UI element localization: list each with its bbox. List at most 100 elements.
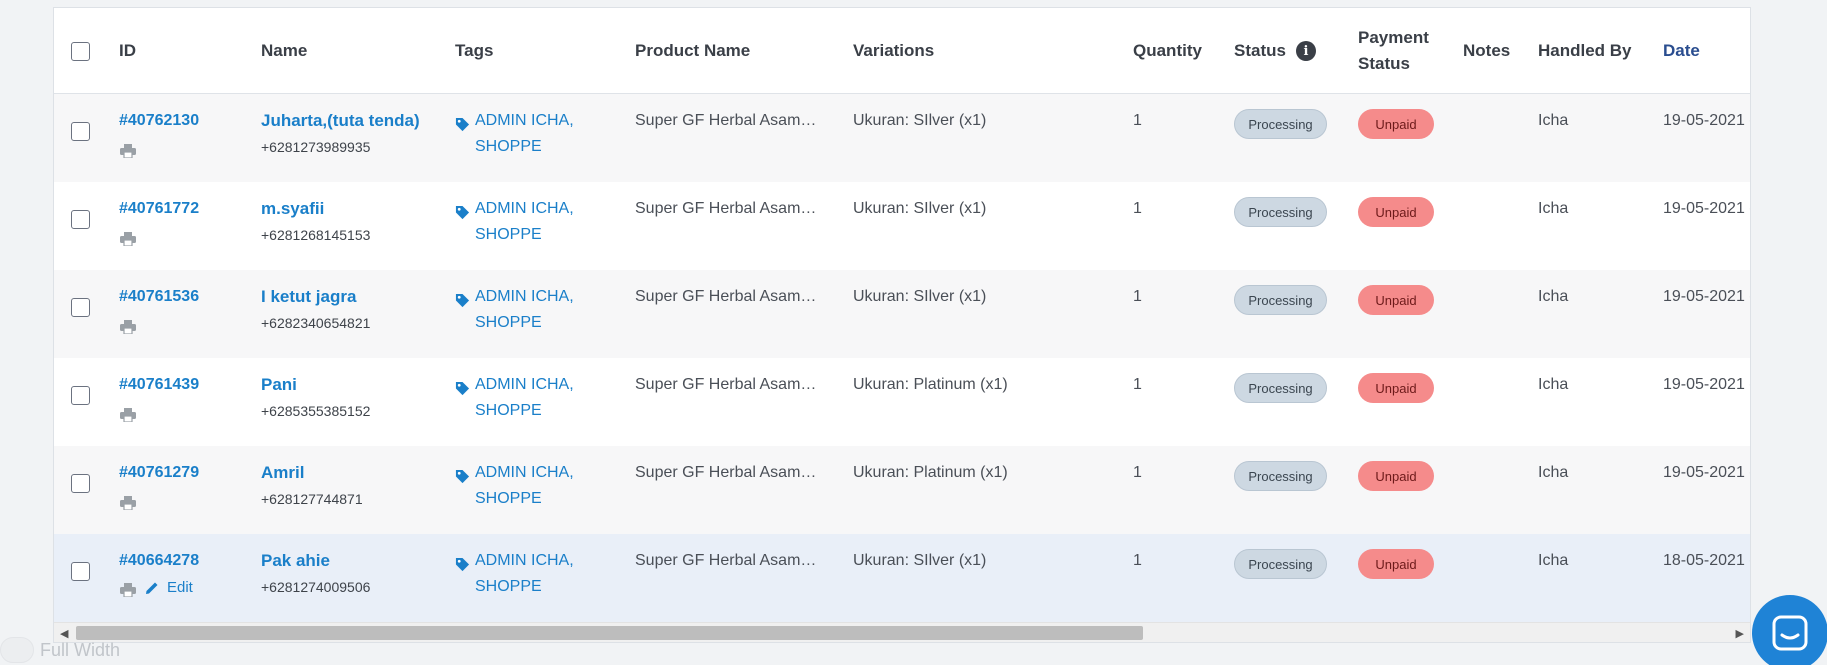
tags-list[interactable]: ADMIN ICHA, SHOPPE	[475, 548, 574, 600]
print-icon[interactable]	[120, 496, 136, 510]
print-icon[interactable]	[120, 408, 136, 422]
customer-name-link[interactable]: Amril	[261, 463, 304, 483]
order-id-link[interactable]: #40761772	[119, 200, 199, 218]
status-badge: Processing	[1234, 197, 1327, 227]
table-row[interactable]: #40761279 Amril +628127744871 ADMIN ICHA…	[54, 446, 1750, 534]
full-width-toggle[interactable]	[0, 637, 34, 663]
header-notes[interactable]: Notes	[1463, 8, 1510, 94]
customer-phone: +6281268145153	[261, 227, 371, 243]
header-id[interactable]: ID	[119, 8, 136, 94]
scrollbar-thumb[interactable]	[76, 626, 1143, 640]
customer-name-link[interactable]: Pani	[261, 375, 297, 395]
tags-list[interactable]: ADMIN ICHA, SHOPPE	[475, 196, 574, 248]
customer-name-link[interactable]: Juharta,(tuta tenda)	[261, 111, 420, 131]
row-checkbox[interactable]	[71, 562, 90, 581]
row-checkbox[interactable]	[71, 210, 90, 229]
select-all-checkbox[interactable]	[71, 42, 90, 61]
quantity: 1	[1133, 376, 1142, 393]
tags-list[interactable]: ADMIN ICHA, SHOPPE	[475, 108, 574, 160]
row-checkbox[interactable]	[71, 298, 90, 317]
row-checkbox[interactable]	[71, 386, 90, 405]
tag-icon	[455, 117, 470, 132]
header-payment-status-line2: Status	[1358, 54, 1410, 73]
payment-status-badge: Unpaid	[1358, 285, 1434, 315]
tag-admin-icha[interactable]: ADMIN ICHA,	[475, 460, 574, 486]
table-row[interactable]: #40664278 Edit Pak ahie +6281274009506 A…	[54, 534, 1750, 622]
table-row[interactable]: #40762130 Juharta,(tuta tenda) +62812739…	[54, 94, 1750, 182]
print-icon[interactable]	[120, 583, 136, 597]
product-name: Super GF Herbal Asam…	[635, 200, 817, 217]
print-icon[interactable]	[120, 232, 136, 246]
order-id-link[interactable]: #40762130	[119, 112, 199, 130]
tags-list[interactable]: ADMIN ICHA, SHOPPE	[475, 372, 574, 424]
customer-name-link[interactable]: Pak ahie	[261, 551, 330, 571]
header-quantity[interactable]: Quantity	[1133, 8, 1202, 94]
handled-by: Icha	[1538, 376, 1569, 393]
info-icon[interactable]: i	[1295, 41, 1316, 61]
customer-phone: +6285355385152	[261, 403, 371, 419]
tag-shoppe[interactable]: SHOPPE	[475, 486, 574, 512]
header-name[interactable]: Name	[261, 8, 307, 94]
scroll-right-arrow-icon[interactable]: ▶	[1736, 627, 1744, 640]
status-badge: Processing	[1234, 461, 1327, 491]
tag-admin-icha[interactable]: ADMIN ICHA,	[475, 284, 574, 310]
payment-status-badge: Unpaid	[1358, 109, 1434, 139]
product-name: Super GF Herbal Asam…	[635, 464, 817, 481]
quantity: 1	[1133, 552, 1142, 569]
order-id-link[interactable]: #40761279	[119, 464, 199, 482]
header-status[interactable]: Status i	[1234, 8, 1316, 94]
table-row[interactable]: #40761772 m.syafii +6281268145153 ADMIN …	[54, 182, 1750, 270]
tag-shoppe[interactable]: SHOPPE	[475, 574, 574, 600]
print-icon[interactable]	[120, 144, 136, 158]
row-checkbox[interactable]	[71, 122, 90, 141]
product-name: Super GF Herbal Asam…	[635, 288, 817, 305]
status-badge: Processing	[1234, 285, 1327, 315]
table-header: ID Name Tags Product Name Variations Qua…	[54, 8, 1750, 94]
tag-admin-icha[interactable]: ADMIN ICHA,	[475, 372, 574, 398]
header-payment-status[interactable]: Payment Status	[1358, 8, 1429, 94]
print-icon[interactable]	[120, 320, 136, 334]
customer-phone: +628127744871	[261, 491, 363, 507]
variation: Ukuran: SIlver (x1)	[853, 288, 987, 305]
tag-admin-icha[interactable]: ADMIN ICHA,	[475, 108, 574, 134]
quantity: 1	[1133, 464, 1142, 481]
status-badge: Processing	[1234, 373, 1327, 403]
header-variations[interactable]: Variations	[853, 8, 934, 94]
row-checkbox[interactable]	[71, 474, 90, 493]
payment-status-badge: Unpaid	[1358, 461, 1434, 491]
tag-admin-icha[interactable]: ADMIN ICHA,	[475, 548, 574, 574]
product-name: Super GF Herbal Asam…	[635, 112, 817, 129]
tag-shoppe[interactable]: SHOPPE	[475, 222, 574, 248]
table-row[interactable]: #40761439 Pani +6285355385152 ADMIN ICHA…	[54, 358, 1750, 446]
tag-shoppe[interactable]: SHOPPE	[475, 310, 574, 336]
horizontal-scrollbar[interactable]: ◀ ▶	[54, 622, 1750, 642]
chat-button[interactable]	[1752, 595, 1827, 665]
order-id-link[interactable]: #40664278	[119, 552, 199, 570]
tag-icon	[455, 557, 470, 572]
header-date[interactable]: Date	[1663, 8, 1700, 94]
tags-list[interactable]: ADMIN ICHA, SHOPPE	[475, 460, 574, 512]
edit-label: Edit	[167, 579, 193, 596]
tags-list[interactable]: ADMIN ICHA, SHOPPE	[475, 284, 574, 336]
variation: Ukuran: SIlver (x1)	[853, 112, 987, 129]
product-name: Super GF Herbal Asam…	[635, 552, 817, 569]
orders-table: ID Name Tags Product Name Variations Qua…	[53, 7, 1751, 643]
table-row[interactable]: #40761536 I ketut jagra +6282340654821 A…	[54, 270, 1750, 358]
variation: Ukuran: SIlver (x1)	[853, 200, 987, 217]
edit-button[interactable]: Edit	[145, 579, 193, 596]
order-id-link[interactable]: #40761439	[119, 376, 199, 394]
full-width-toggle-group[interactable]: Full Width	[0, 637, 138, 665]
header-tags[interactable]: Tags	[455, 8, 493, 94]
variation: Ukuran: Platinum (x1)	[853, 464, 1008, 481]
order-id-link[interactable]: #40761536	[119, 288, 199, 306]
header-handled-by[interactable]: Handled By	[1538, 8, 1632, 94]
order-date: 18-05-2021 -	[1663, 552, 1751, 569]
tag-admin-icha[interactable]: ADMIN ICHA,	[475, 196, 574, 222]
order-date: 19-05-2021 -	[1663, 376, 1751, 393]
header-product-name[interactable]: Product Name	[635, 8, 750, 94]
pencil-icon	[146, 582, 158, 594]
tag-shoppe[interactable]: SHOPPE	[475, 134, 574, 160]
tag-shoppe[interactable]: SHOPPE	[475, 398, 574, 424]
customer-name-link[interactable]: I ketut jagra	[261, 287, 356, 307]
customer-name-link[interactable]: m.syafii	[261, 199, 324, 219]
